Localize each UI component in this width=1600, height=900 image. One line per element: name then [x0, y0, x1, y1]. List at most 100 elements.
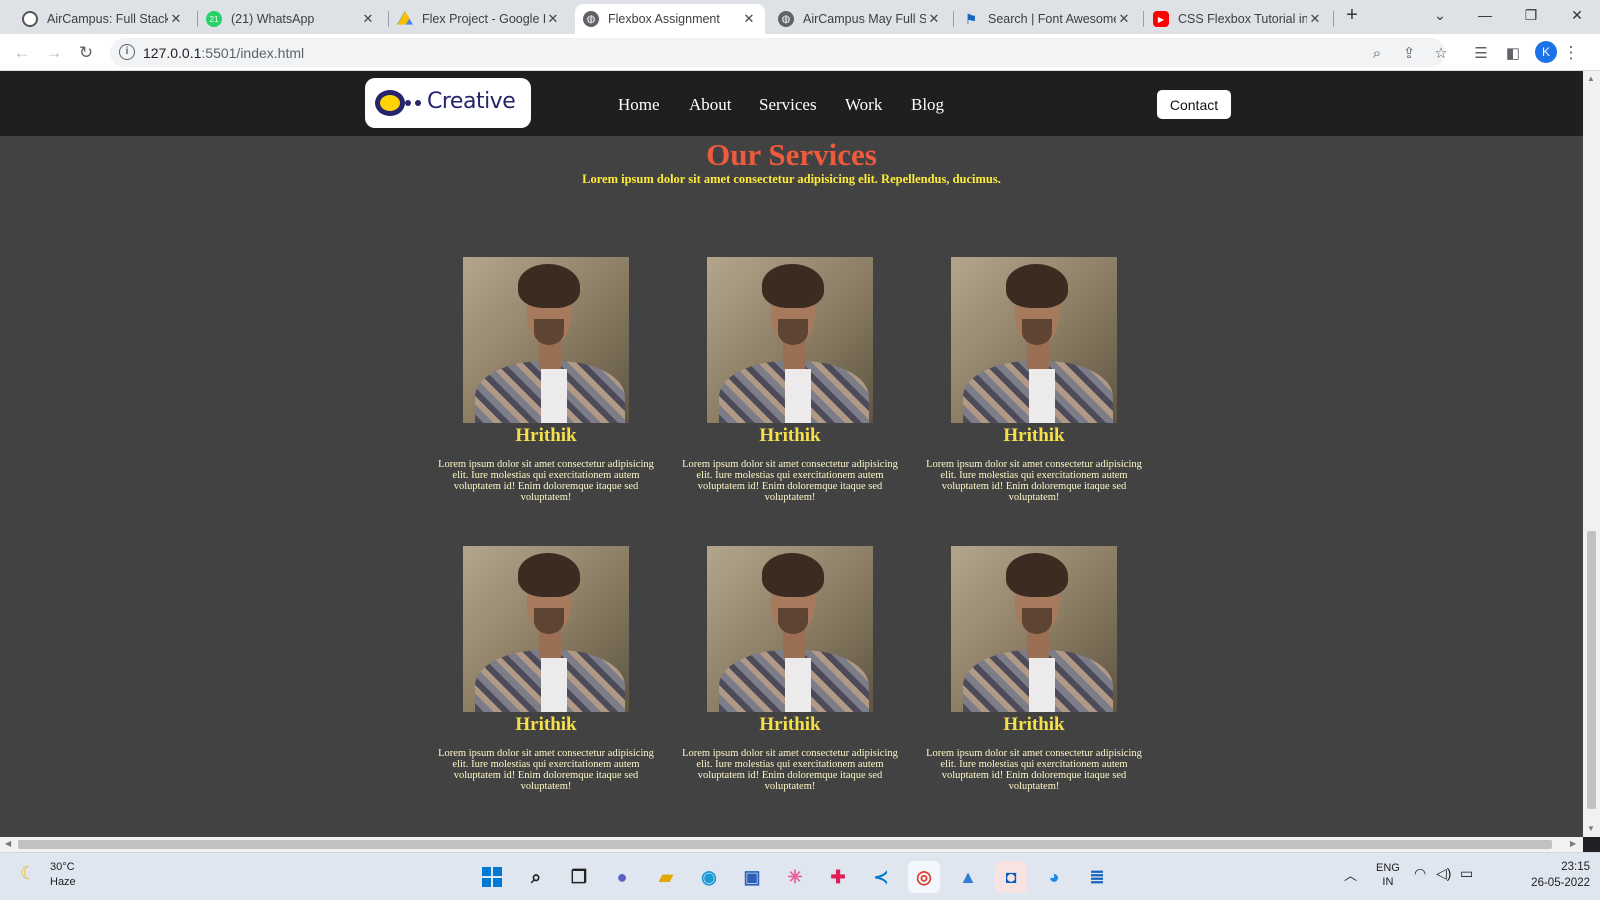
show-hidden-icons-chevron-icon[interactable]: ︿: [1344, 865, 1357, 884]
site-navbar: Creative Home About Services Work Blog C…: [0, 71, 1583, 136]
photos-icon[interactable]: ▲: [952, 861, 984, 893]
service-card: Hrithik Lorem ipsum dolor sit amet conse…: [430, 257, 662, 503]
globe-app-icon[interactable]: ◕: [1038, 861, 1070, 893]
volume-icon[interactable]: ◁): [1436, 865, 1451, 882]
chrome-icon[interactable]: ◎: [908, 861, 940, 893]
language-indicator[interactable]: ENG IN: [1376, 861, 1400, 889]
tab-aircampus-full-stack[interactable]: AirCampus: Full Stack D ✕: [14, 4, 192, 34]
wifi-icon[interactable]: ◠: [1414, 865, 1426, 882]
card-description: Lorem ipsum dolor sit amet consectetur a…: [682, 459, 898, 503]
microsoft-store-icon[interactable]: ▣: [736, 861, 768, 893]
notepad-icon[interactable]: ≣: [1081, 861, 1113, 893]
new-tab-button[interactable]: +: [1329, 0, 1375, 30]
service-card: Hrithik Lorem ipsum dolor sit amet conse…: [674, 257, 906, 503]
search-icon[interactable]: ⌕: [520, 861, 552, 893]
scroll-up-icon[interactable]: ▲: [1587, 74, 1595, 83]
card-name: Hrithik: [1003, 714, 1065, 735]
battery-icon[interactable]: ▭: [1460, 865, 1473, 882]
whatsapp-icon: 21: [206, 11, 222, 27]
page-viewport: Creative Home About Services Work Blog C…: [0, 71, 1583, 837]
card-name: Hrithik: [515, 425, 577, 446]
teams-chat-icon[interactable]: ●: [606, 861, 638, 893]
tab-aircampus-may[interactable]: ◍ AirCampus May Full Sta ✕: [770, 4, 950, 34]
aircampus-icon: [22, 11, 38, 27]
scroll-down-icon[interactable]: ▼: [1587, 824, 1595, 833]
photos-pinwheel-icon[interactable]: ✳: [779, 861, 811, 893]
tab-youtube[interactable]: ▶ CSS Flexbox Tutorial in ✕: [1145, 4, 1331, 34]
close-tab-icon[interactable]: ✕: [168, 11, 184, 27]
globe-icon: ◍: [778, 11, 794, 27]
horizontal-scroll-thumb[interactable]: [18, 840, 1552, 849]
bookmark-star-icon[interactable]: ☆: [1427, 39, 1455, 67]
menu-kebab-icon[interactable]: ⋮: [1557, 39, 1585, 67]
logo-text: Creative: [427, 89, 516, 114]
profile-photo: [707, 546, 873, 712]
close-window-button[interactable]: ✕: [1554, 0, 1600, 30]
side-panel-icon[interactable]: ◧: [1499, 39, 1527, 67]
scroll-left-icon[interactable]: ◀: [5, 839, 11, 848]
nav-home[interactable]: Home: [618, 95, 660, 115]
logo-ring-icon: [375, 90, 405, 116]
nav-services[interactable]: Services: [759, 95, 817, 115]
profile-avatar[interactable]: K: [1535, 41, 1557, 63]
edge-browser-icon[interactable]: ◉: [693, 861, 725, 893]
vertical-scroll-thumb[interactable]: [1587, 531, 1596, 809]
globe-icon: ◍: [583, 11, 599, 27]
weather-temperature: 30°C: [50, 861, 75, 873]
tab-font-awesome[interactable]: ⚑ Search | Font Awesome ✕: [955, 4, 1140, 34]
close-tab-icon[interactable]: ✕: [360, 11, 376, 27]
weather-condition: Haze: [50, 876, 76, 888]
address-bar[interactable]: i 127.0.0.1:5501/index.html: [110, 38, 1445, 67]
nav-about[interactable]: About: [689, 95, 732, 115]
minimize-button[interactable]: —: [1462, 0, 1508, 30]
site-logo[interactable]: Creative: [365, 78, 531, 128]
forward-button[interactable]: →: [40, 39, 68, 67]
tab-whatsapp[interactable]: 21 (21) WhatsApp ✕: [198, 4, 384, 34]
windows-taskbar: ☾ 30°C Haze ⌕ ❐ ● ▰ ◉ ▣ ✳ ✚ ≺ ◎ ▲ ◘ ◕ ≣ …: [0, 852, 1600, 900]
nav-blog[interactable]: Blog: [911, 95, 944, 115]
close-tab-icon[interactable]: ✕: [926, 11, 942, 27]
tab-search-chevron-icon[interactable]: ⌄: [1417, 0, 1463, 30]
zoom-icon[interactable]: ⌕: [1363, 39, 1391, 67]
browser-tab-strip: AirCampus: Full Stack D ✕ 21 (21) WhatsA…: [0, 0, 1600, 34]
reading-list-icon[interactable]: ☰: [1467, 39, 1495, 67]
card-description: Lorem ipsum dolor sit amet consectetur a…: [926, 459, 1142, 503]
profile-photo: [463, 257, 629, 423]
card-name: Hrithik: [515, 714, 577, 735]
tab-flexbox-assignment[interactable]: ◍ Flexbox Assignment ✕: [575, 4, 765, 34]
share-icon[interactable]: ⇪: [1395, 39, 1423, 67]
card-description: Lorem ipsum dolor sit amet consectetur a…: [438, 748, 654, 792]
profile-photo: [463, 546, 629, 712]
windows-start-icon[interactable]: [476, 861, 508, 893]
close-tab-icon[interactable]: ✕: [1307, 11, 1323, 27]
slack-icon[interactable]: ✚: [822, 861, 854, 893]
file-explorer-icon[interactable]: ▰: [650, 861, 682, 893]
close-tab-icon[interactable]: ✕: [545, 11, 561, 27]
nav-work[interactable]: Work: [845, 95, 882, 115]
card-description: Lorem ipsum dolor sit amet consectetur a…: [926, 748, 1142, 792]
profile-photo: [951, 546, 1117, 712]
close-tab-icon[interactable]: ✕: [741, 11, 757, 27]
site-info-icon[interactable]: i: [119, 44, 135, 60]
close-tab-icon[interactable]: ✕: [1116, 11, 1132, 27]
card-name: Hrithik: [759, 714, 821, 735]
services-heading: Our Services: [706, 137, 877, 172]
reload-button[interactable]: ↻: [72, 39, 100, 67]
scroll-right-icon[interactable]: ▶: [1570, 839, 1576, 848]
horizontal-scrollbar[interactable]: ◀ ▶: [0, 837, 1583, 852]
system-clock[interactable]: 23:15 26-05-2022: [1510, 859, 1590, 891]
vertical-scrollbar[interactable]: ▲ ▼: [1583, 71, 1600, 837]
vscode-icon[interactable]: ≺: [865, 861, 897, 893]
snipping-tool-icon[interactable]: ◘: [995, 861, 1027, 893]
google-drive-icon: [397, 11, 413, 25]
back-button[interactable]: ←: [8, 39, 36, 67]
task-view-icon[interactable]: ❐: [563, 861, 595, 893]
restore-button[interactable]: ❐: [1508, 0, 1554, 30]
tab-google-drive[interactable]: Flex Project - Google D ✕: [389, 4, 569, 34]
profile-photo: [707, 257, 873, 423]
moon-weather-icon: ☾: [20, 863, 37, 883]
service-card: Hrithik Lorem ipsum dolor sit amet conse…: [430, 546, 662, 792]
browser-toolbar: ← → ↻ i 127.0.0.1:5501/index.html ⌕ ⇪ ☆ …: [0, 34, 1600, 71]
url-text[interactable]: 127.0.0.1:5501/index.html: [143, 45, 304, 61]
contact-button[interactable]: Contact: [1157, 90, 1231, 119]
